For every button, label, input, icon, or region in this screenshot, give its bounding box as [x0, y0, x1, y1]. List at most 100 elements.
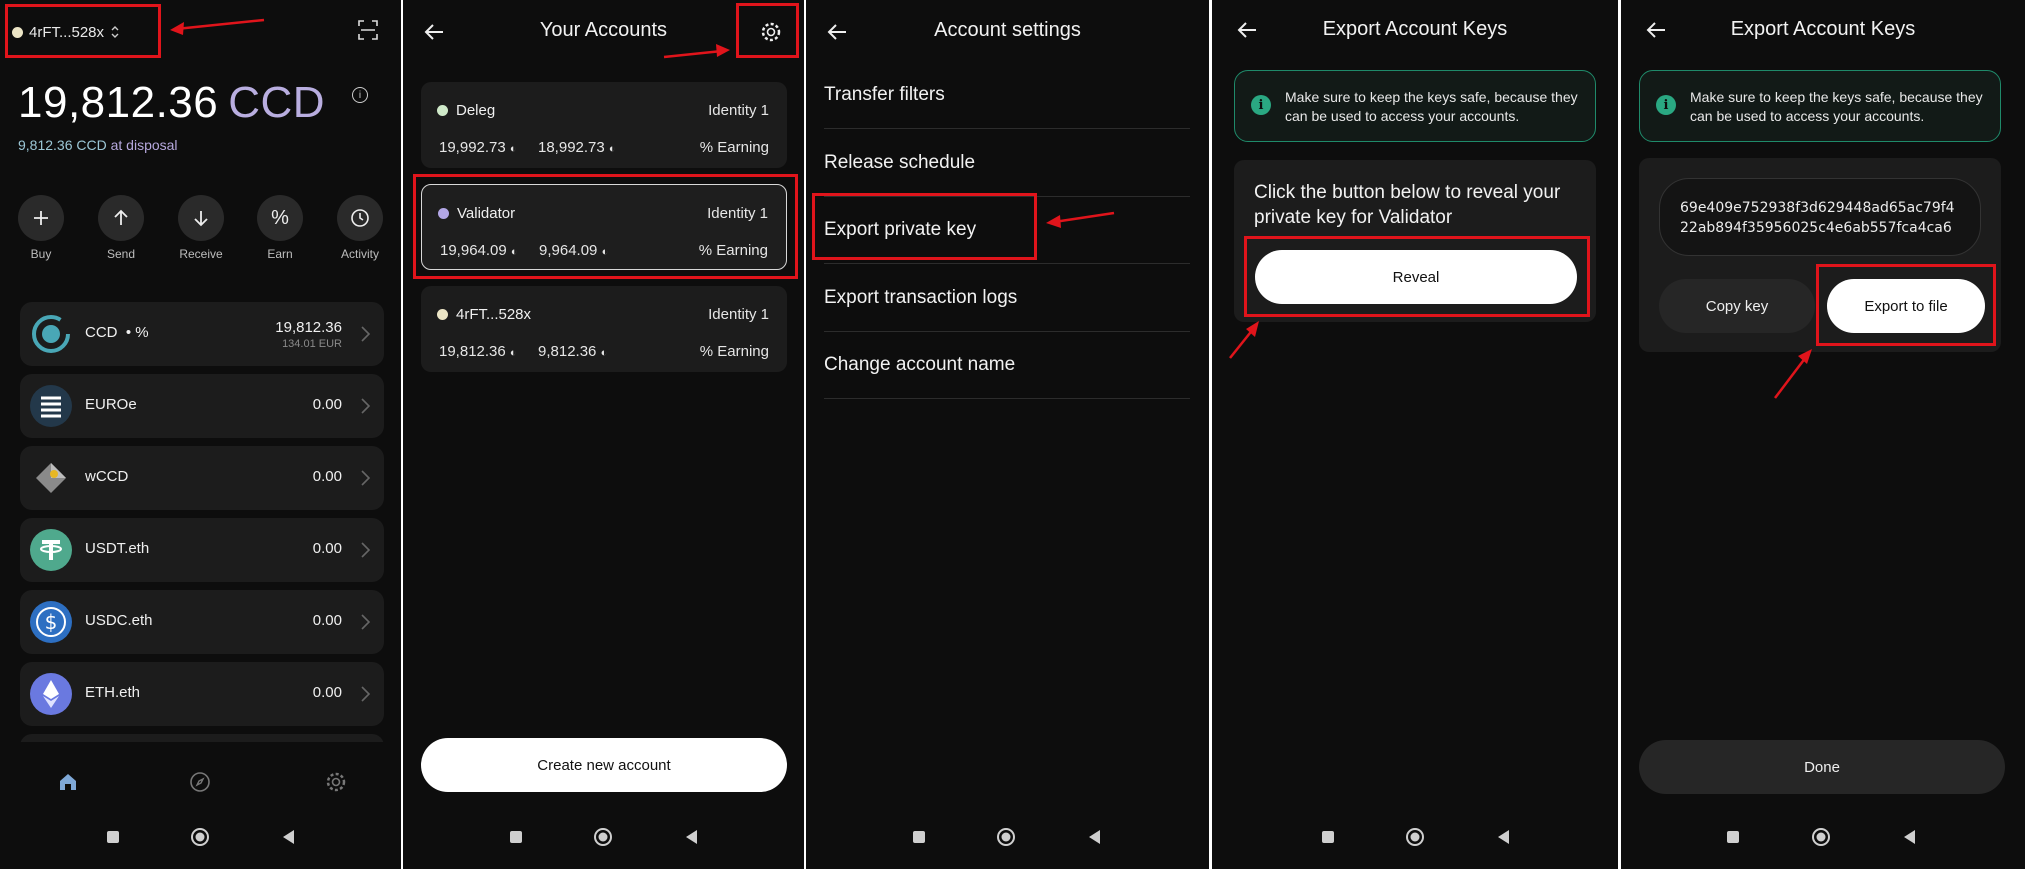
- recents-icon[interactable]: [506, 827, 526, 847]
- receive-button[interactable]: Receive: [171, 195, 231, 261]
- activity-button[interactable]: Activity: [330, 195, 390, 261]
- eth-logo-icon: [30, 673, 72, 715]
- account-available: 18,992.73: [538, 139, 605, 156]
- recents-icon[interactable]: [103, 827, 123, 847]
- create-account-button[interactable]: Create new account: [421, 738, 787, 792]
- balance-currency: CCD: [228, 78, 326, 127]
- clock-icon: [337, 195, 383, 241]
- token-amount: 0.00: [312, 612, 342, 629]
- menu-item-release-schedule[interactable]: Release schedule: [824, 129, 1190, 197]
- menu-item-transfer-filters[interactable]: Transfer filters: [824, 61, 1190, 129]
- buy-button[interactable]: Buy: [11, 195, 71, 261]
- recents-icon[interactable]: [909, 827, 929, 847]
- home-nav-icon[interactable]: [593, 827, 613, 847]
- page-title: Account settings: [934, 19, 1081, 41]
- account-card-4rft[interactable]: 4rFT...528x Identity 1 19,812.36 ◐ 9,812…: [421, 286, 787, 372]
- account-available: 9,964.09: [539, 242, 598, 259]
- chevron-right-icon: [361, 326, 371, 342]
- ccd-icon: ◐: [510, 246, 518, 258]
- back-nav-icon[interactable]: [682, 827, 702, 847]
- disposal-balance: 9,812.36 CCD at disposal: [18, 137, 178, 153]
- back-nav-icon[interactable]: [279, 827, 299, 847]
- chevron-right-icon: [361, 686, 371, 702]
- ccd-icon: ◐: [600, 347, 608, 359]
- ccd-icon: ◐: [608, 143, 616, 155]
- account-card-validator[interactable]: Validator Identity 1 19,964.09 ◐ 9,964.0…: [421, 184, 787, 270]
- account-color-dot: [437, 105, 448, 116]
- account-available: 9,812.36: [538, 343, 597, 360]
- account-color-dot: [437, 309, 448, 320]
- token-name: ETH.eth: [85, 684, 141, 701]
- token-name: EUROe: [85, 396, 137, 413]
- account-color-dot: [438, 208, 449, 219]
- home-nav-icon[interactable]: [1811, 827, 1831, 847]
- token-row-euroe[interactable]: EUROe 0.00: [20, 374, 384, 438]
- export-keys-screen: Export Account Keys i Make sure to keep …: [1212, 0, 1618, 869]
- notice-text: Make sure to keep the keys safe, because…: [1285, 89, 1578, 124]
- account-earning: % Earning: [699, 343, 769, 360]
- account-identity: Identity 1: [707, 205, 768, 222]
- done-button[interactable]: Done: [1639, 740, 2005, 794]
- token-row-eth[interactable]: ETH.eth 0.00: [20, 662, 384, 726]
- back-nav-icon[interactable]: [1900, 827, 1920, 847]
- usdc-logo-icon: $: [30, 601, 72, 643]
- your-accounts-screen: Your Accounts Deleg Identity 1 19,992.73…: [403, 0, 804, 869]
- android-nav-bar: [806, 815, 1209, 859]
- ccd-icon: ◐: [509, 143, 517, 155]
- account-balance: 19,992.73: [439, 139, 506, 156]
- account-selector-label: 4rFT...528x: [29, 23, 105, 41]
- token-name: USDT.eth: [85, 540, 150, 557]
- earn-button[interactable]: % Earn: [250, 195, 310, 261]
- svg-text:$: $: [45, 610, 58, 634]
- private-key-line: 69e409e752938f3d629448ad65ac79f4: [1680, 200, 1955, 216]
- gear-icon[interactable]: [757, 18, 785, 46]
- home-nav-icon[interactable]: [1405, 827, 1425, 847]
- private-key-display[interactable]: 69e409e752938f3d629448ad65ac79f4 22ab894…: [1659, 178, 1981, 256]
- token-row-usdc[interactable]: $ USDC.eth 0.00: [20, 590, 384, 654]
- account-name: Validator: [457, 205, 516, 222]
- account-balance: 19,964.09: [440, 242, 507, 259]
- recents-icon[interactable]: [1723, 827, 1743, 847]
- export-to-file-button[interactable]: Export to file: [1827, 279, 1985, 333]
- home-nav-icon[interactable]: [190, 827, 210, 847]
- export-keys-revealed-screen: Export Account Keys i Make sure to keep …: [1621, 0, 2025, 869]
- account-selector[interactable]: 4rFT...528x: [12, 14, 120, 50]
- token-amount: 0.00: [312, 684, 342, 701]
- arrow-up-icon: [98, 195, 144, 241]
- back-nav-icon[interactable]: [1494, 827, 1514, 847]
- copy-key-button[interactable]: Copy key: [1659, 279, 1815, 333]
- scan-qr-icon[interactable]: [356, 18, 380, 42]
- account-name: Deleg: [456, 102, 496, 119]
- compass-icon[interactable]: [188, 770, 212, 794]
- recents-icon[interactable]: [1318, 827, 1338, 847]
- send-button[interactable]: Send: [91, 195, 151, 261]
- gear-icon[interactable]: [324, 770, 348, 794]
- arrow-down-icon: [178, 195, 224, 241]
- account-name: 4rFT...528x: [456, 306, 532, 323]
- chevron-right-icon: [361, 470, 371, 486]
- reveal-button[interactable]: Reveal: [1255, 250, 1577, 304]
- home-nav-icon[interactable]: [996, 827, 1016, 847]
- token-row-ccd[interactable]: CCD • % 19,812.36 134.01 EUR: [20, 302, 384, 366]
- menu-item-export-private-key[interactable]: Export private key: [824, 196, 1190, 264]
- back-nav-icon[interactable]: [1085, 827, 1105, 847]
- account-identity: Identity 1: [708, 102, 769, 119]
- menu-item-change-account-name[interactable]: Change account name: [824, 331, 1190, 399]
- token-row-usdt[interactable]: USDT.eth 0.00: [20, 518, 384, 582]
- account-card-deleg[interactable]: Deleg Identity 1 19,992.73 ◐ 18,992.73 ◐…: [421, 82, 787, 168]
- page-title: Export Account Keys: [1322, 18, 1508, 40]
- wccd-logo-icon: [30, 457, 72, 499]
- token-row-wccd[interactable]: wCCD 0.00: [20, 446, 384, 510]
- ccd-icon: ◐: [509, 347, 517, 359]
- account-color-dot: [12, 26, 23, 38]
- android-nav-bar: [1212, 815, 1618, 859]
- info-icon[interactable]: i: [352, 87, 368, 103]
- token-fiat: 134.01 EUR: [282, 338, 342, 350]
- menu-item-export-transaction-logs[interactable]: Export transaction logs: [824, 264, 1190, 332]
- android-nav-bar: [403, 815, 804, 859]
- total-balance: 19,812.36 CCD: [18, 78, 325, 128]
- token-amount: 0.00: [312, 396, 342, 413]
- bottom-tab-bar: [0, 760, 401, 804]
- home-icon[interactable]: [56, 770, 80, 794]
- wallet-home-screen: 4rFT...528x 19,812.36 CCD i 9,812.36 CCD …: [0, 0, 401, 869]
